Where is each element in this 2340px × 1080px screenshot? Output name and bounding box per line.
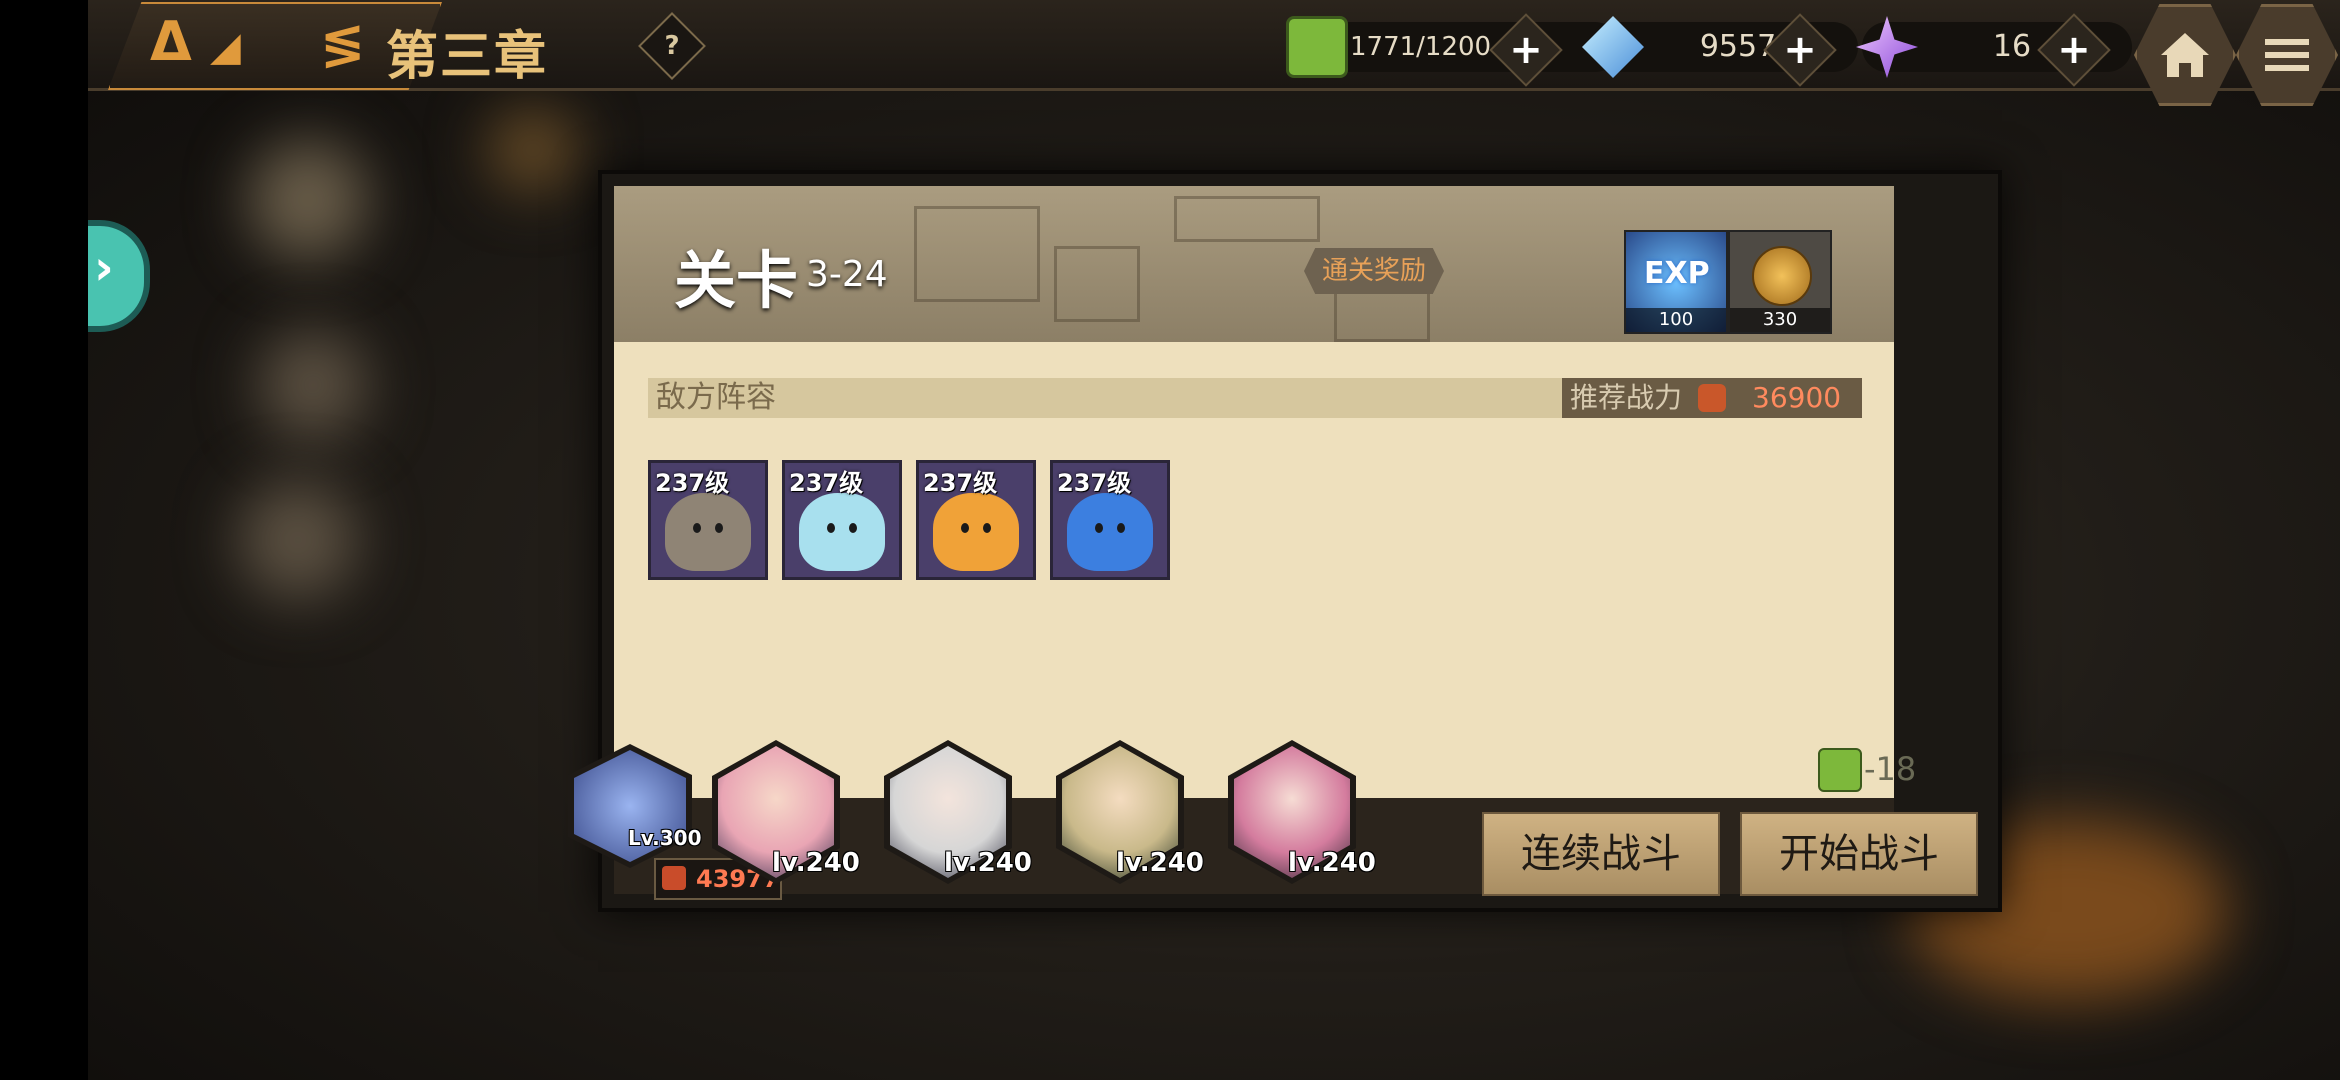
side-expand-tab[interactable]: › — [88, 220, 150, 332]
enemy-lineup-title: 敌方阵容 — [656, 380, 776, 415]
chevron-right-icon: › — [94, 240, 114, 296]
logo-glyph: ◢ — [210, 24, 241, 70]
top-bar: Δ ◢ ≶ 第三章 ? 1771/1200 + 9557 + 16 + — [88, 0, 2340, 106]
logo-glyph: ≶ — [320, 12, 366, 75]
enemy-lineup-bar: 敌方阵容 推荐战力 36900 — [648, 378, 1862, 418]
enemy-card[interactable]: 237级 — [916, 460, 1036, 580]
hero-level: lv.240 — [944, 848, 1032, 878]
water-slime-icon — [1067, 493, 1153, 571]
gold-reward[interactable]: 330 — [1728, 230, 1832, 334]
power-icon — [662, 866, 686, 890]
stage-body: 敌方阵容 推荐战力 36900 237级 237级 237级 237级 — [614, 342, 1894, 798]
bg-blur-shape — [258, 330, 368, 440]
menu-button[interactable] — [2236, 4, 2338, 106]
recommended-power-value: 36900 — [1752, 381, 1842, 414]
help-button[interactable]: ? — [638, 12, 706, 80]
map-sketch — [1054, 246, 1140, 322]
enemy-card[interactable]: 237级 — [782, 460, 902, 580]
enemy-level: 237级 — [923, 469, 998, 497]
ice-slime-icon — [799, 493, 885, 571]
map-sketch — [914, 206, 1040, 302]
enemy-card[interactable]: 237级 — [648, 460, 768, 580]
reward-count: 330 — [1730, 308, 1830, 332]
stage-label: 关卡 — [674, 244, 799, 317]
enemy-level: 237级 — [655, 469, 730, 497]
hero-level: lv.240 — [1288, 848, 1376, 878]
fist-icon — [1698, 384, 1726, 412]
fire-slime-icon — [933, 493, 1019, 571]
stage-number: 3-24 — [806, 254, 888, 295]
menu-icon — [2265, 39, 2309, 71]
exp-icon: EXP — [1644, 256, 1710, 291]
reward-label: 通关奖励 — [1304, 248, 1444, 294]
map-sketch — [1334, 286, 1430, 342]
chapter-title: 第三章 — [386, 27, 549, 87]
game-background: Δ ◢ ≶ 第三章 ? 1771/1200 + 9557 + 16 + › 关卡… — [88, 0, 2340, 1080]
start-battle-button[interactable]: 开始战斗 — [1740, 812, 1978, 896]
map-sketch — [1174, 196, 1320, 242]
pet-level: Lv.300 — [628, 826, 702, 850]
logo-glyph: Δ — [150, 10, 192, 73]
plus-icon: + — [1509, 27, 1543, 73]
energy-value: 1771/1200 — [1350, 32, 1492, 62]
enemy-level: 237级 — [1057, 469, 1132, 497]
bg-blur-shape — [248, 140, 368, 260]
stage-header: 关卡 3-24 通关奖励 EXP 100 330 — [614, 186, 1894, 342]
energy-resource: 1771/1200 — [1286, 16, 1620, 78]
bg-blur-shape — [238, 480, 358, 600]
enemy-card[interactable]: 237级 — [1050, 460, 1170, 580]
recommended-power-label: 推荐战力 — [1570, 381, 1683, 414]
reward-count: 100 — [1626, 308, 1726, 332]
green-cube-icon — [1286, 16, 1348, 78]
energy-cost: -18 — [1864, 750, 1917, 788]
gold-coin-icon — [1752, 246, 1812, 306]
home-icon — [2161, 33, 2209, 77]
continuous-battle-button[interactable]: 连续战斗 — [1482, 812, 1720, 896]
plus-icon: + — [2057, 27, 2091, 73]
exp-reward[interactable]: EXP 100 — [1624, 230, 1728, 334]
hero-level: lv.240 — [1116, 848, 1204, 878]
hero-level: lv.240 — [772, 848, 860, 878]
green-cube-icon — [1818, 748, 1862, 792]
enemy-level: 237级 — [789, 469, 864, 497]
rock-slime-icon — [665, 493, 751, 571]
bg-blur-shape — [488, 110, 578, 190]
home-button[interactable] — [2134, 4, 2236, 106]
help-icon: ? — [664, 31, 680, 61]
plus-icon: + — [1783, 27, 1817, 73]
recommended-power: 推荐战力 36900 — [1562, 378, 1862, 418]
purple-crystal-icon — [1856, 16, 1918, 78]
